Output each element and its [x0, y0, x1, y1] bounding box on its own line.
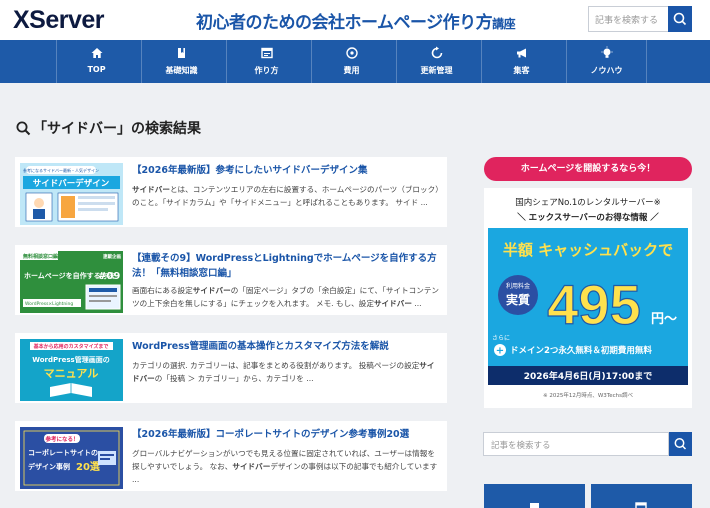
search-icon [673, 12, 687, 26]
banner-price-unit: 円〜 [651, 312, 677, 327]
banner-line-1: 国内シェアNo.1のレンタルサーバー※ [515, 198, 661, 208]
article-title[interactable]: 【連載その9】WordPressとLightningでホームページを自作する方法… [132, 251, 442, 281]
coin-icon [345, 47, 358, 59]
article-title[interactable]: 【2026年最新版】コーポレートサイトのデザイン参考事例20選 [132, 427, 442, 442]
nav-label: 更新管理 [420, 66, 453, 75]
plus-icon: + [496, 346, 504, 357]
window-icon [260, 47, 273, 59]
thumb-num: 20選 [76, 460, 100, 473]
thumb-label: WordPress管理画面の [32, 355, 109, 364]
excerpt-keyword: サイドバー [192, 286, 231, 295]
article-thumbnail[interactable]: 参考になるサイドバー最新・人気デザイン サイドバーデザイン [20, 163, 123, 225]
article-title[interactable]: WordPress管理画面の基本操作とカスタマイズ方法を解説 [132, 339, 442, 354]
excerpt-text: の「投稿 ＞ カテゴリー」から、カテゴリを ... [154, 374, 314, 383]
nav-item-howto[interactable]: 作り方 [226, 40, 306, 83]
nav-item-update[interactable]: 更新管理 [396, 40, 476, 83]
banner-badge: 半額 キャッシュバックで [503, 241, 673, 259]
banner-line-2: ＼ エックスサーバーのお得な情報 ／ [517, 213, 659, 223]
search-result-title: 「サイドバー」の検索結果 [33, 121, 201, 137]
article-excerpt: グローバルナビゲーションがいつでも見える位置に固定されていれば、ユーザーは情報を… [132, 447, 442, 486]
global-nav: TOP 基礎知識 作り方 費用 更新管理 集客 ノウハウ [0, 40, 710, 83]
article-excerpt: 画面右にある設定サイドバーの「固定ページ」タブの「余白設定」にて、「サイトコンテ… [132, 284, 442, 310]
nav-item-basics[interactable]: 基礎知識 [141, 40, 221, 83]
article-card[interactable]: 基本から応用のカスタマイズまで WordPress管理画面の マニュアル Wor… [15, 333, 447, 403]
thumb-sub: WordPress×Lightning [25, 301, 73, 307]
sidebar-category-button[interactable] [484, 484, 585, 508]
nav-label: 集客 [513, 66, 530, 75]
xserver-banner[interactable]: 国内シェアNo.1のレンタルサーバー※ ＼ エックスサーバーのお得な情報 ／ 半… [484, 188, 692, 408]
megaphone-icon [516, 48, 526, 58]
thumb-num: #09 [98, 271, 120, 282]
thumb-badge: 連載企画 [103, 253, 121, 260]
site-title-suffix: 講座 [492, 17, 516, 31]
excerpt-text: ... [411, 299, 422, 308]
nav-item-knowhow[interactable]: ノウハウ [566, 40, 646, 83]
excerpt-keyword: サイドバー [373, 299, 412, 308]
article-thumbnail[interactable]: 参考になる！ コーポレートサイトの デザイン事例 20選 [20, 427, 123, 489]
nav-item-top[interactable]: TOP [56, 40, 136, 83]
banner-heading: ホームページを開設するなら今！ [484, 157, 692, 181]
nav-label: 費用 [343, 66, 360, 75]
banner-price-label: 利用料金 [506, 282, 530, 290]
article-excerpt: サイドバーとは、コンテンツエリアの左右に設置する、ホームページのパーツ（ブロック… [132, 183, 442, 209]
nav-item-cost[interactable]: 費用 [311, 40, 391, 83]
nav-label: 基礎知識 [165, 66, 198, 75]
site-header: XServer 初心者のための会社ホームページ作り方講座 記事を検索する [0, 0, 710, 40]
banner-plus-label: さらに [492, 335, 510, 342]
window-icon [635, 502, 647, 508]
home-icon [91, 48, 102, 58]
nav-item-marketing[interactable]: 集客 [481, 40, 561, 83]
excerpt-keyword: サイドバー [232, 462, 271, 471]
banner-date: 2026年4月6日(月)17:00まで [524, 370, 652, 382]
banner-note: ※ 2025年12月時点、W3Techs調べ [543, 393, 633, 399]
thumb-label: サイドバーデザイン [33, 178, 110, 189]
excerpt-text: とは、コンテンツエリアの左右に設置する、ホームページのパーツ（ブロック）のこと。… [132, 185, 440, 207]
xserver-logo[interactable]: XServer [13, 6, 105, 35]
site-title[interactable]: 初心者のための会社ホームページ作り方講座 [196, 8, 516, 33]
cashback-banner-image[interactable]: 半額 キャッシュバックで 利用料金 実質 495 円〜 さらに + ドメイン2つ… [488, 228, 688, 385]
book-icon [177, 48, 185, 58]
search-result-heading: 「サイドバー」の検索結果 [16, 118, 201, 138]
header-search-button[interactable] [668, 6, 692, 32]
search-icon [16, 121, 31, 136]
thumb-tag: 無料相談窓口編 [23, 253, 58, 260]
banner-price: 495 [547, 273, 640, 336]
banner-domain: ドメイン2つ永久無料＆初期費用無料 [510, 345, 652, 356]
header-search-placeholder: 記事を検索する [595, 16, 659, 26]
article-thumbnail[interactable]: 基本から応用のカスタマイズまで WordPress管理画面の マニュアル [20, 339, 123, 401]
thumb-tag: 参考になる！ [45, 435, 78, 443]
thumb-sub: 参考になるサイドバー最新・人気デザイン [23, 167, 99, 173]
article-thumbnail[interactable]: 無料相談窓口編 連載企画 ホームページを自作する方法 #09 WordPress… [20, 251, 123, 313]
refresh-icon [431, 46, 442, 59]
sidebar-search-placeholder: 記事を検索する [491, 441, 551, 451]
banner-price-label-2: 実質 [506, 292, 530, 307]
sidebar-search-button[interactable] [669, 432, 692, 456]
excerpt-text: 画面右にある設定 [132, 286, 193, 295]
site-title-main: 初心者のための会社ホームページ作り方 [196, 13, 493, 33]
article-card[interactable]: 参考になる！ コーポレートサイトの デザイン事例 20選 【2026年最新版】コ… [15, 421, 447, 491]
thumb-label: コーポレートサイトの [28, 448, 98, 457]
article-excerpt: カテゴリの選択. カテゴリーは、記事をまとめる役割があります。 投稿ページの設定… [132, 359, 442, 385]
nav-label: 作り方 [254, 66, 279, 75]
nav-divider [646, 40, 647, 83]
nav-label: ノウハウ [590, 66, 623, 75]
excerpt-text: カテゴリの選択. カテゴリーは、記事をまとめる役割があります。 投稿ページの設定 [132, 361, 420, 370]
article-card[interactable]: 参考になるサイドバー最新・人気デザイン サイドバーデザイン 【2026年最新版】… [15, 157, 447, 227]
thumb-label-2: マニュアル [44, 367, 99, 380]
article-title[interactable]: 【2026年最新版】参考にしたいサイドバーデザイン集 [132, 163, 442, 178]
nav-label: TOP [87, 65, 106, 74]
thumb-tag: 基本から応用のカスタマイズまで [33, 343, 109, 350]
article-card[interactable]: 無料相談窓口編 連載企画 ホームページを自作する方法 #09 WordPress… [15, 245, 447, 315]
thumb-label-2: デザイン事例 [28, 462, 70, 471]
book-icon [530, 503, 539, 508]
search-icon [674, 438, 687, 450]
excerpt-keyword: サイドバー [132, 185, 170, 194]
sidebar-search-input[interactable]: 記事を検索する [483, 432, 669, 456]
sidebar-category-button[interactable] [591, 484, 692, 508]
lightbulb-icon [601, 46, 612, 58]
